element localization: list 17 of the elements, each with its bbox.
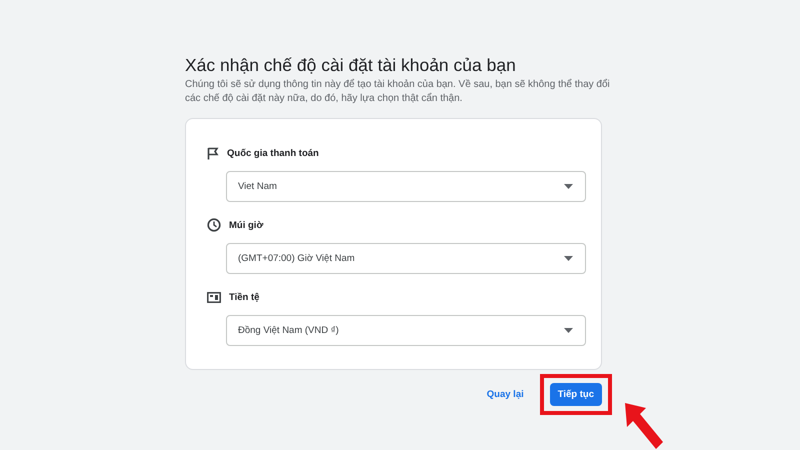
clock-icon: [207, 218, 221, 232]
field-label: Múi giờ: [229, 220, 264, 230]
card-icon: [207, 292, 221, 302]
caret-icon: [564, 328, 573, 333]
caret-icon: [564, 184, 573, 189]
back-link[interactable]: Quay lại: [480, 385, 530, 404]
field-label: Tiền tệ: [229, 292, 260, 302]
page-title: Xác nhận chế độ cài đặt tài khoản của bạn: [185, 55, 517, 76]
field-label: Quốc gia thanh toán: [227, 148, 319, 158]
caret-icon: [564, 256, 573, 261]
arrow-icon: [624, 402, 664, 450]
dropdown[interactable]: (GMT+07:00) Giờ Việt Nam: [226, 243, 586, 274]
dropdown[interactable]: Viet Nam: [226, 171, 586, 202]
flag-icon: [207, 146, 219, 160]
dropdown[interactable]: Đồng Việt Nam (VND ₫): [226, 315, 586, 346]
description: Chúng tôi sẽ sử dụng thông tin này để tạo tài khoản của bạn. Về sau, bạn sẽ không thể thay đổi các chế độ cài đặt này nữa, do đó, hãy lựa chọn thật cẩn thận.: [185, 78, 611, 106]
continue-button[interactable]: Tiếp tục: [550, 383, 602, 406]
